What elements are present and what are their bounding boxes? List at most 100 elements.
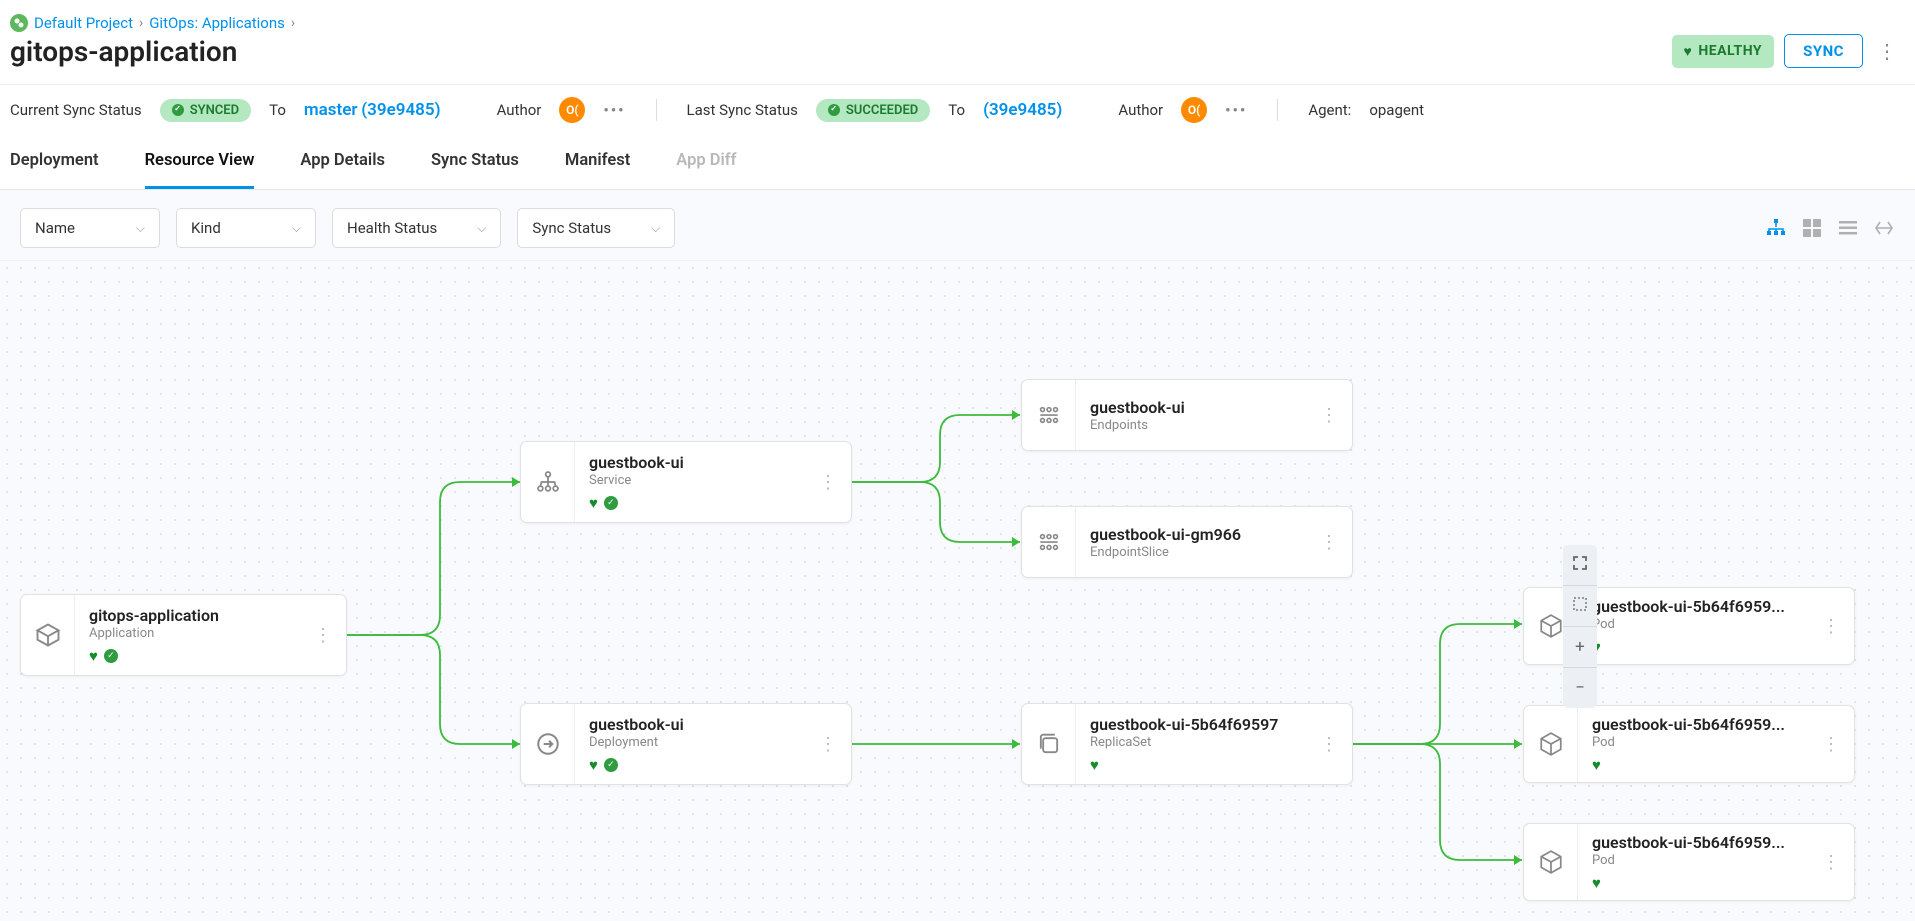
node-deployment[interactable]: guestbook-ui Deployment ♥ ✓ ⋮ [520, 703, 852, 785]
breadcrumb-sep: › [139, 15, 143, 31]
node-menu[interactable]: ⋮ [805, 472, 851, 493]
deployment-icon [521, 704, 575, 784]
sync-ok-icon: ✓ [604, 496, 618, 510]
node-menu[interactable]: ⋮ [1306, 532, 1352, 553]
canvas[interactable]: gitops-application Application ♥ ✓ ⋮ gue… [0, 261, 1915, 921]
branch-commit[interactable]: master (39e9485) [304, 100, 441, 120]
node-menu[interactable]: ⋮ [1306, 405, 1352, 426]
heart-icon: ♥ [589, 494, 598, 512]
node-body: guestbook-ui-5b64f69597 ReplicaSet ♥ [1076, 703, 1306, 786]
node-menu[interactable]: ⋮ [1306, 734, 1352, 755]
separator [1277, 99, 1278, 121]
node-title: guestbook-ui [589, 715, 791, 734]
tab-manifest[interactable]: Manifest [565, 135, 630, 189]
filter-kind-label: Kind [191, 219, 221, 237]
breadcrumb-section[interactable]: GitOps: Applications [149, 14, 285, 32]
node-status: ♥ [1592, 874, 1794, 892]
filter-health[interactable]: Health Status⌵ [332, 208, 501, 248]
agent-name: opagent [1369, 101, 1424, 119]
succeeded-pill: SUCCEEDED [816, 99, 930, 122]
agent-label: Agent: [1308, 101, 1351, 119]
zoom-out[interactable]: − [1563, 668, 1597, 708]
node-kind: EndpointSlice [1090, 545, 1292, 560]
tab-deployment[interactable]: Deployment [10, 135, 99, 189]
last-commit-sha[interactable]: (39e9485) [983, 100, 1062, 120]
node-kind: ReplicaSet [1090, 735, 1292, 750]
node-endpoints[interactable]: guestbook-ui Endpoints ⋮ [1021, 379, 1353, 451]
node-service[interactable]: guestbook-ui Service ♥ ✓ ⋮ [520, 441, 852, 523]
tabs: Deployment Resource View App Details Syn… [0, 135, 1915, 190]
zoom-in[interactable]: + [1563, 627, 1597, 667]
author-label-2: Author [1118, 101, 1163, 119]
chevron-down-icon: ⌵ [292, 221, 301, 236]
node-body: gitops-application Application ♥ ✓ [75, 594, 300, 677]
sync-button[interactable]: SYNC [1784, 34, 1863, 68]
node-menu[interactable]: ⋮ [1808, 616, 1854, 637]
node-kind: Deployment [589, 735, 791, 750]
list-view-icon[interactable] [1837, 217, 1859, 239]
pod-icon [1524, 706, 1578, 782]
node-endpointslice[interactable]: guestbook-ui-gm966 EndpointSlice ⋮ [1021, 506, 1353, 578]
node-kind: Application [89, 626, 286, 641]
tab-resource-view[interactable]: Resource View [145, 135, 255, 189]
project-icon [10, 14, 28, 32]
node-body: guestbook-ui Service ♥ ✓ [575, 441, 805, 524]
network-view-icon[interactable] [1873, 217, 1895, 239]
author-avatar-2[interactable]: O( [1181, 97, 1207, 123]
synced-pill: SYNCED [160, 99, 251, 122]
node-kind: Service [589, 473, 791, 488]
tree-view-icon[interactable] [1765, 217, 1787, 239]
filter-sync[interactable]: Sync Status ⌵ [517, 208, 675, 248]
check-icon [828, 104, 840, 116]
author-more-2[interactable]: ••• [1225, 101, 1247, 119]
node-pod[interactable]: guestbook-ui-5b64f6959... Pod ♥ ⋮ [1523, 705, 1855, 783]
node-title: guestbook-ui-5b64f69597 [1090, 715, 1292, 734]
node-title: gitops-application [89, 606, 286, 625]
filter-sync-label: Sync Status [532, 219, 611, 237]
filter-kind[interactable]: Kind ⌵ [176, 208, 316, 248]
breadcrumb-project[interactable]: Default Project [34, 14, 133, 32]
author-label: Author [497, 101, 542, 119]
heart-icon: ♥ [589, 756, 598, 774]
view-toggles [1765, 217, 1895, 239]
node-menu[interactable]: ⋮ [300, 625, 346, 646]
page-header: gitops-application ♥ HEALTHY SYNC ⋮ [0, 34, 1915, 84]
filter-name[interactable]: Name⌵ [20, 208, 160, 248]
tab-app-details[interactable]: App Details [300, 135, 385, 189]
heart-icon: ♥ [89, 647, 98, 665]
node-menu[interactable]: ⋮ [805, 734, 851, 755]
node-pod[interactable]: guestbook-ui-5b64f6959... Pod ♥ ⋮ [1523, 823, 1855, 901]
node-kind: Endpoints [1090, 418, 1292, 433]
node-body: guestbook-ui-5b64f6959... Pod ♥ [1578, 585, 1808, 668]
node-status: ♥ [1090, 756, 1292, 774]
node-replicaset[interactable]: guestbook-ui-5b64f69597 ReplicaSet ♥ ⋮ [1021, 703, 1353, 785]
node-status: ♥ ✓ [589, 494, 791, 512]
service-icon [521, 442, 575, 522]
node-status: ♥ [1592, 756, 1794, 774]
breadcrumb: Default Project › GitOps: Applications › [0, 0, 1915, 34]
replicaset-icon [1022, 704, 1076, 784]
node-menu[interactable]: ⋮ [1808, 852, 1854, 873]
grid-view-icon[interactable] [1801, 217, 1823, 239]
breadcrumb-sep: › [291, 15, 295, 31]
zoom-select[interactable] [1563, 586, 1597, 626]
application-icon [21, 595, 75, 675]
chevron-down-icon: ⌵ [651, 221, 660, 236]
node-application[interactable]: gitops-application Application ♥ ✓ ⋮ [20, 594, 347, 676]
node-menu[interactable]: ⋮ [1808, 734, 1854, 755]
node-title: guestbook-ui-5b64f6959... [1592, 833, 1794, 852]
tab-sync-status[interactable]: Sync Status [431, 135, 519, 189]
node-title: guestbook-ui-5b64f6959... [1592, 715, 1794, 734]
node-title: guestbook-ui-gm966 [1090, 525, 1292, 544]
more-menu[interactable]: ⋮ [1873, 39, 1901, 63]
author-more[interactable]: ••• [603, 101, 625, 119]
succeeded-pill-text: SUCCEEDED [846, 103, 918, 118]
health-text: HEALTHY [1698, 43, 1762, 59]
node-body: guestbook-ui Deployment ♥ ✓ [575, 703, 805, 786]
endpoints-icon [1022, 380, 1076, 450]
header-actions: ♥ HEALTHY SYNC ⋮ [1672, 34, 1901, 68]
tab-app-diff[interactable]: App Diff [676, 135, 736, 189]
zoom-fit[interactable] [1563, 545, 1597, 585]
author-avatar[interactable]: O( [559, 97, 585, 123]
pod-icon [1524, 824, 1578, 900]
